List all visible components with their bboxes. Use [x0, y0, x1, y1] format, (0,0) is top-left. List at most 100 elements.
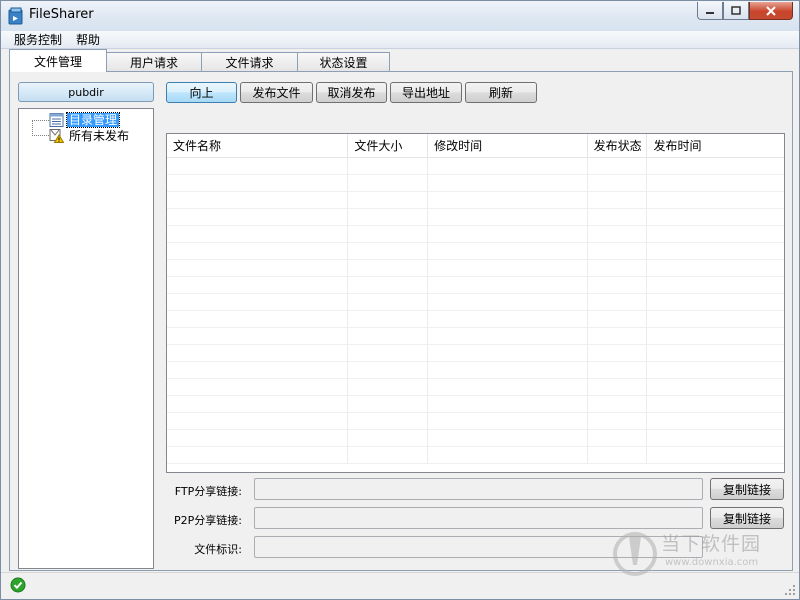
app-window: FileSharer 服务控制 帮助 文件管理 用户请求 文件请求 状态设置 p… — [0, 0, 800, 600]
table-cell — [428, 175, 588, 192]
table-cell — [588, 158, 648, 175]
table-cell — [167, 175, 349, 192]
table-cell — [588, 311, 648, 328]
column-header-modified-time[interactable]: 修改时间 — [428, 134, 588, 157]
table-cell — [167, 158, 349, 175]
tree-node-label: 所有未发布 — [69, 128, 130, 143]
table-row — [167, 192, 784, 209]
tree-node-directory-management[interactable]: 目录管理 — [49, 111, 121, 128]
export-address-button[interactable]: 导出地址 — [390, 82, 462, 103]
table-cell — [647, 311, 784, 328]
table-cell — [588, 379, 648, 396]
table-cell — [588, 447, 648, 464]
table-cell — [588, 294, 648, 311]
publish-file-button[interactable]: 发布文件 — [240, 82, 313, 103]
table-cell — [428, 260, 588, 277]
table-cell — [647, 328, 784, 345]
minimize-button[interactable] — [697, 2, 723, 20]
table-cell — [167, 447, 349, 464]
table-cell — [428, 243, 588, 260]
refresh-button[interactable]: 刷新 — [465, 82, 537, 103]
tree-node-all-unpublished[interactable]: 所有未发布 — [49, 128, 131, 143]
table-cell — [348, 226, 429, 243]
table-row — [167, 379, 784, 396]
window-title: FileSharer — [29, 7, 94, 22]
menu-service-control[interactable]: 服务控制 — [7, 31, 69, 48]
resize-grip-icon[interactable] — [784, 584, 796, 596]
table-cell — [348, 260, 429, 277]
tree-node-label: 目录管理 — [65, 111, 121, 128]
unpublish-button[interactable]: 取消发布 — [316, 82, 387, 103]
table-cell — [428, 294, 588, 311]
table-cell — [428, 345, 588, 362]
table-cell — [647, 294, 784, 311]
tab-file-requests[interactable]: 文件请求 — [201, 52, 298, 72]
ftp-link-field[interactable] — [254, 478, 703, 500]
table-cell — [588, 396, 648, 413]
table-cell — [348, 413, 429, 430]
table-cell — [167, 379, 349, 396]
table-cell — [167, 209, 349, 226]
document-list-icon — [49, 112, 64, 127]
app-icon — [8, 7, 23, 25]
table-cell — [167, 260, 349, 277]
table-row — [167, 158, 784, 175]
table-row — [167, 447, 784, 464]
maximize-button[interactable] — [723, 2, 749, 20]
table-cell — [588, 413, 648, 430]
copy-p2p-link-button[interactable]: 复制链接 — [710, 507, 784, 529]
table-cell — [167, 396, 349, 413]
table-cell — [348, 345, 429, 362]
file-id-label: 文件标识: — [194, 543, 242, 556]
column-header-publish-time[interactable]: 发布时间 — [647, 134, 784, 157]
file-list-table[interactable]: 文件名称 文件大小 修改时间 发布状态 发布时间 — [166, 133, 785, 473]
table-cell — [647, 175, 784, 192]
table-cell — [348, 328, 429, 345]
table-row — [167, 243, 784, 260]
maximize-icon — [731, 6, 741, 15]
table-cell — [348, 311, 429, 328]
table-cell — [167, 226, 349, 243]
table-cell — [348, 209, 429, 226]
table-cell — [167, 294, 349, 311]
table-cell — [348, 192, 429, 209]
table-row — [167, 260, 784, 277]
menu-help[interactable]: 帮助 — [69, 31, 107, 48]
copy-ftp-link-button[interactable]: 复制链接 — [710, 478, 784, 500]
column-header-file-size[interactable]: 文件大小 — [348, 134, 429, 157]
watermark-logo-icon — [613, 532, 657, 576]
ftp-link-label: FTP分享链接: — [174, 485, 242, 498]
up-button[interactable]: 向上 — [166, 82, 237, 103]
tab-file-management[interactable]: 文件管理 — [9, 49, 107, 72]
menu-bar: 服务控制 帮助 — [1, 31, 799, 49]
table-cell — [348, 396, 429, 413]
tab-status-settings[interactable]: 状态设置 — [297, 52, 390, 72]
table-cell — [588, 243, 648, 260]
pubdir-button[interactable]: pubdir — [18, 82, 154, 102]
p2p-link-field[interactable] — [254, 507, 703, 529]
window-controls — [697, 2, 793, 20]
table-cell — [588, 277, 648, 294]
table-cell — [428, 209, 588, 226]
close-button[interactable] — [749, 2, 793, 20]
table-cell — [588, 209, 648, 226]
table-cell — [428, 158, 588, 175]
table-cell — [588, 362, 648, 379]
table-cell — [167, 277, 349, 294]
table-cell — [588, 226, 648, 243]
table-cell — [428, 192, 588, 209]
column-header-publish-status[interactable]: 发布状态 — [588, 134, 648, 157]
column-header-file-name[interactable]: 文件名称 — [167, 134, 349, 157]
table-cell — [167, 413, 349, 430]
directory-tree[interactable]: 目录管理 所有未发布 — [18, 108, 154, 569]
table-cell — [348, 379, 429, 396]
table-row — [167, 226, 784, 243]
tree-connector — [32, 120, 49, 121]
table-row — [167, 413, 784, 430]
table-cell — [647, 345, 784, 362]
title-bar[interactable]: FileSharer — [1, 1, 799, 31]
table-cell — [348, 158, 429, 175]
table-cell — [647, 379, 784, 396]
tab-user-requests[interactable]: 用户请求 — [106, 52, 202, 72]
table-cell — [167, 362, 349, 379]
